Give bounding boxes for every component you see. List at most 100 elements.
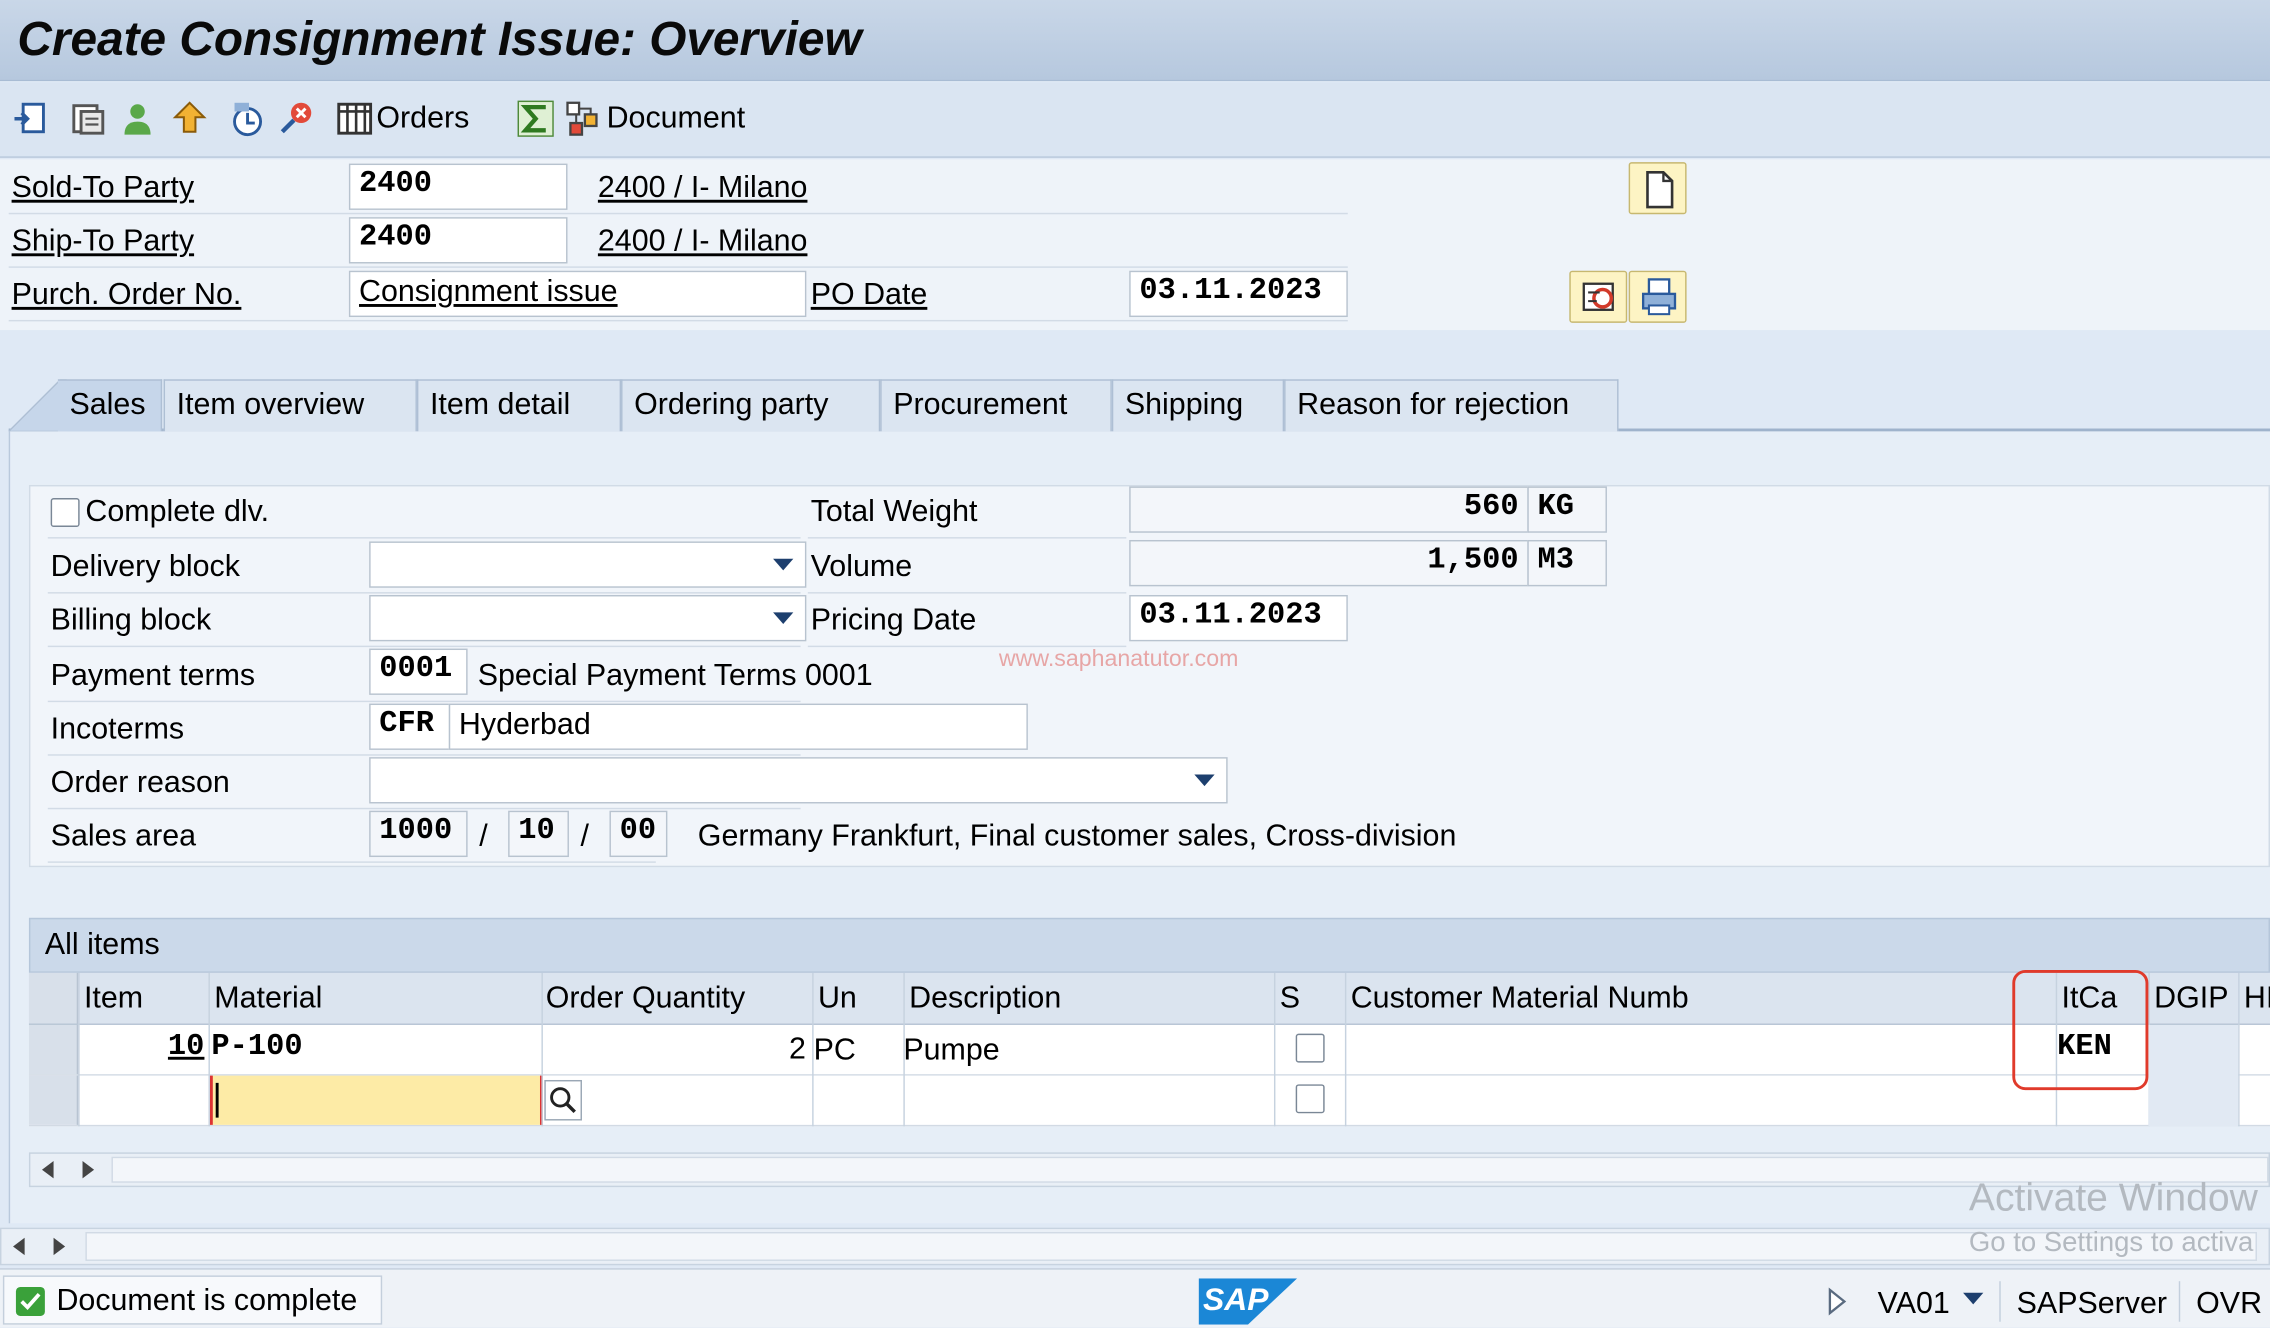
doc-item-icon[interactable] bbox=[69, 100, 107, 138]
scroll-left-icon[interactable] bbox=[13, 1237, 25, 1256]
column-description[interactable]: Description bbox=[909, 982, 1061, 1017]
system-dropdown-icon[interactable] bbox=[1963, 1292, 1984, 1305]
sales-org-field: 1000 bbox=[369, 810, 468, 858]
sum-icon[interactable] bbox=[517, 100, 555, 138]
partner-icon[interactable] bbox=[119, 100, 157, 138]
column-unit[interactable]: Un bbox=[818, 982, 857, 1017]
printer-icon bbox=[1641, 278, 1677, 316]
screen-horizontal-scrollbar[interactable] bbox=[0, 1227, 2270, 1266]
division-field: 00 bbox=[609, 810, 668, 858]
complete-delivery-label: Complete dlv. bbox=[85, 495, 270, 529]
tab-item-overview[interactable]: Item overview bbox=[163, 379, 417, 432]
po-number-label: Purch. Order No. bbox=[11, 277, 242, 312]
cancel-icon[interactable] bbox=[278, 100, 316, 138]
status-message: Document is complete bbox=[56, 1284, 358, 1318]
column-status[interactable]: S bbox=[1280, 982, 1300, 1017]
order-reason-label: Order reason bbox=[50, 765, 230, 800]
sold-to-field[interactable]: 2400 bbox=[348, 163, 568, 210]
scroll-right-icon[interactable] bbox=[53, 1237, 66, 1256]
ship-to-field[interactable]: 2400 bbox=[348, 217, 568, 264]
sap-logo: SAP bbox=[1198, 1278, 1298, 1325]
chevron-down-icon bbox=[773, 612, 794, 624]
incoterms-field[interactable]: CFR bbox=[369, 703, 451, 750]
item-number: 10 bbox=[167, 1030, 205, 1065]
document-button[interactable]: Document bbox=[607, 101, 746, 136]
transaction-code: VA01 bbox=[1877, 1287, 1950, 1321]
value-help-button[interactable] bbox=[544, 1079, 582, 1121]
status-checkbox[interactable] bbox=[1295, 1084, 1325, 1114]
orders-grid-icon[interactable] bbox=[336, 100, 374, 138]
print-preview-button[interactable] bbox=[1628, 270, 1687, 323]
item-category-highlight bbox=[2012, 969, 2149, 1091]
total-weight-field: 560 bbox=[1129, 486, 1529, 533]
tab-ordering-party[interactable]: Ordering party bbox=[621, 379, 881, 432]
column-hi[interactable]: HI bbox=[2244, 982, 2270, 1017]
order-reason-dropdown[interactable] bbox=[369, 757, 1228, 804]
row-select-cell[interactable] bbox=[28, 1024, 79, 1075]
create-document-button[interactable] bbox=[1628, 162, 1687, 215]
delivery-block-dropdown[interactable] bbox=[369, 541, 807, 588]
watermark-text: www.saphanatutor.com bbox=[998, 647, 1239, 672]
dgip-column-cells bbox=[2148, 1024, 2239, 1127]
upload-icon[interactable] bbox=[171, 100, 209, 138]
tab-sales[interactable]: Sales bbox=[57, 379, 163, 432]
payment-terms-field[interactable]: 0001 bbox=[369, 648, 468, 695]
select-all-cell[interactable] bbox=[28, 972, 79, 1024]
activate-windows-subtitle: Go to Settings to activa bbox=[1968, 1227, 2254, 1259]
table-horizontal-scrollbar[interactable] bbox=[28, 1152, 2270, 1188]
unit-cell[interactable]: PC bbox=[814, 1034, 856, 1069]
tab-procurement[interactable]: Procurement bbox=[880, 379, 1112, 432]
column-dgip[interactable]: DGIP bbox=[2154, 982, 2228, 1017]
table-row[interactable] bbox=[28, 1075, 2270, 1127]
scroll-right-icon[interactable] bbox=[82, 1161, 95, 1179]
column-customer-material[interactable]: Customer Material Numb bbox=[1351, 982, 1689, 1017]
po-date-field[interactable]: 03.11.2023 bbox=[1129, 270, 1348, 318]
header-detail-button[interactable] bbox=[1569, 270, 1628, 323]
ship-to-description: 2400 / I- Milano bbox=[597, 224, 808, 258]
complete-delivery-checkbox[interactable] bbox=[50, 498, 80, 527]
po-number-field[interactable]: Consignment issue bbox=[348, 270, 807, 318]
column-order-quantity[interactable]: Order Quantity bbox=[546, 982, 745, 1017]
total-weight-label: Total Weight bbox=[810, 495, 978, 529]
display-icon[interactable] bbox=[229, 100, 267, 138]
description-cell[interactable]: Pumpe bbox=[903, 1034, 999, 1069]
insert-mode[interactable]: OVR bbox=[2196, 1287, 2262, 1322]
pricing-date-field[interactable]: 03.11.2023 bbox=[1129, 595, 1348, 642]
delivery-block-label: Delivery block bbox=[50, 550, 240, 584]
column-material[interactable]: Material bbox=[214, 982, 322, 1017]
expand-status-icon[interactable] bbox=[1827, 1287, 1847, 1316]
sap-window: Create Consignment Issue: Overview Order… bbox=[0, 0, 2270, 1328]
scroll-thumb[interactable] bbox=[85, 1231, 2257, 1261]
scroll-thumb[interactable] bbox=[111, 1156, 2269, 1183]
tab-reason-for-rejection[interactable]: Reason for rejection bbox=[1284, 379, 1619, 432]
quantity-cell[interactable]: 2 bbox=[789, 1032, 806, 1067]
billing-block-dropdown[interactable] bbox=[369, 595, 807, 642]
column-item[interactable]: Item bbox=[84, 982, 143, 1017]
row-select-cell[interactable] bbox=[28, 1075, 79, 1125]
text-cursor bbox=[215, 1082, 219, 1118]
orders-button[interactable]: Orders bbox=[376, 101, 469, 136]
sold-to-label: Sold-To Party bbox=[11, 170, 195, 205]
volume-unit-field: M3 bbox=[1527, 539, 1607, 587]
status-bar: Document is complete SAP VA01 SAPServer … bbox=[0, 1268, 2270, 1328]
incoterms-label: Incoterms bbox=[50, 712, 185, 746]
tab-shipping[interactable]: Shipping bbox=[1111, 379, 1285, 432]
doc-header-icon[interactable] bbox=[12, 100, 50, 138]
material-cell[interactable]: P-100 bbox=[211, 1031, 302, 1064]
volume-label: Volume bbox=[810, 550, 913, 584]
weight-unit-field: KG bbox=[1527, 486, 1607, 533]
document-flow-icon[interactable] bbox=[565, 100, 603, 138]
chevron-down-icon bbox=[773, 558, 794, 571]
table-row[interactable]: 10 P-100 2 PC Pumpe KEN bbox=[28, 1024, 2270, 1076]
payment-terms-label: Payment terms bbox=[50, 658, 256, 693]
tab-item-detail[interactable]: Item detail bbox=[416, 379, 622, 432]
page-title: Create Consignment Issue: Overview bbox=[17, 11, 862, 66]
material-input-focused[interactable] bbox=[209, 1075, 543, 1125]
billing-block-label: Billing block bbox=[50, 603, 212, 637]
status-checkbox[interactable] bbox=[1295, 1033, 1325, 1063]
sold-to-description: 2400 / I- Milano bbox=[597, 170, 808, 205]
incoterms-location-field[interactable]: Hyderbad bbox=[448, 703, 1028, 750]
status-message-box[interactable]: Document is complete bbox=[2, 1275, 383, 1325]
scroll-left-icon[interactable] bbox=[41, 1161, 54, 1179]
application-toolbar: Orders Document bbox=[0, 82, 2270, 158]
